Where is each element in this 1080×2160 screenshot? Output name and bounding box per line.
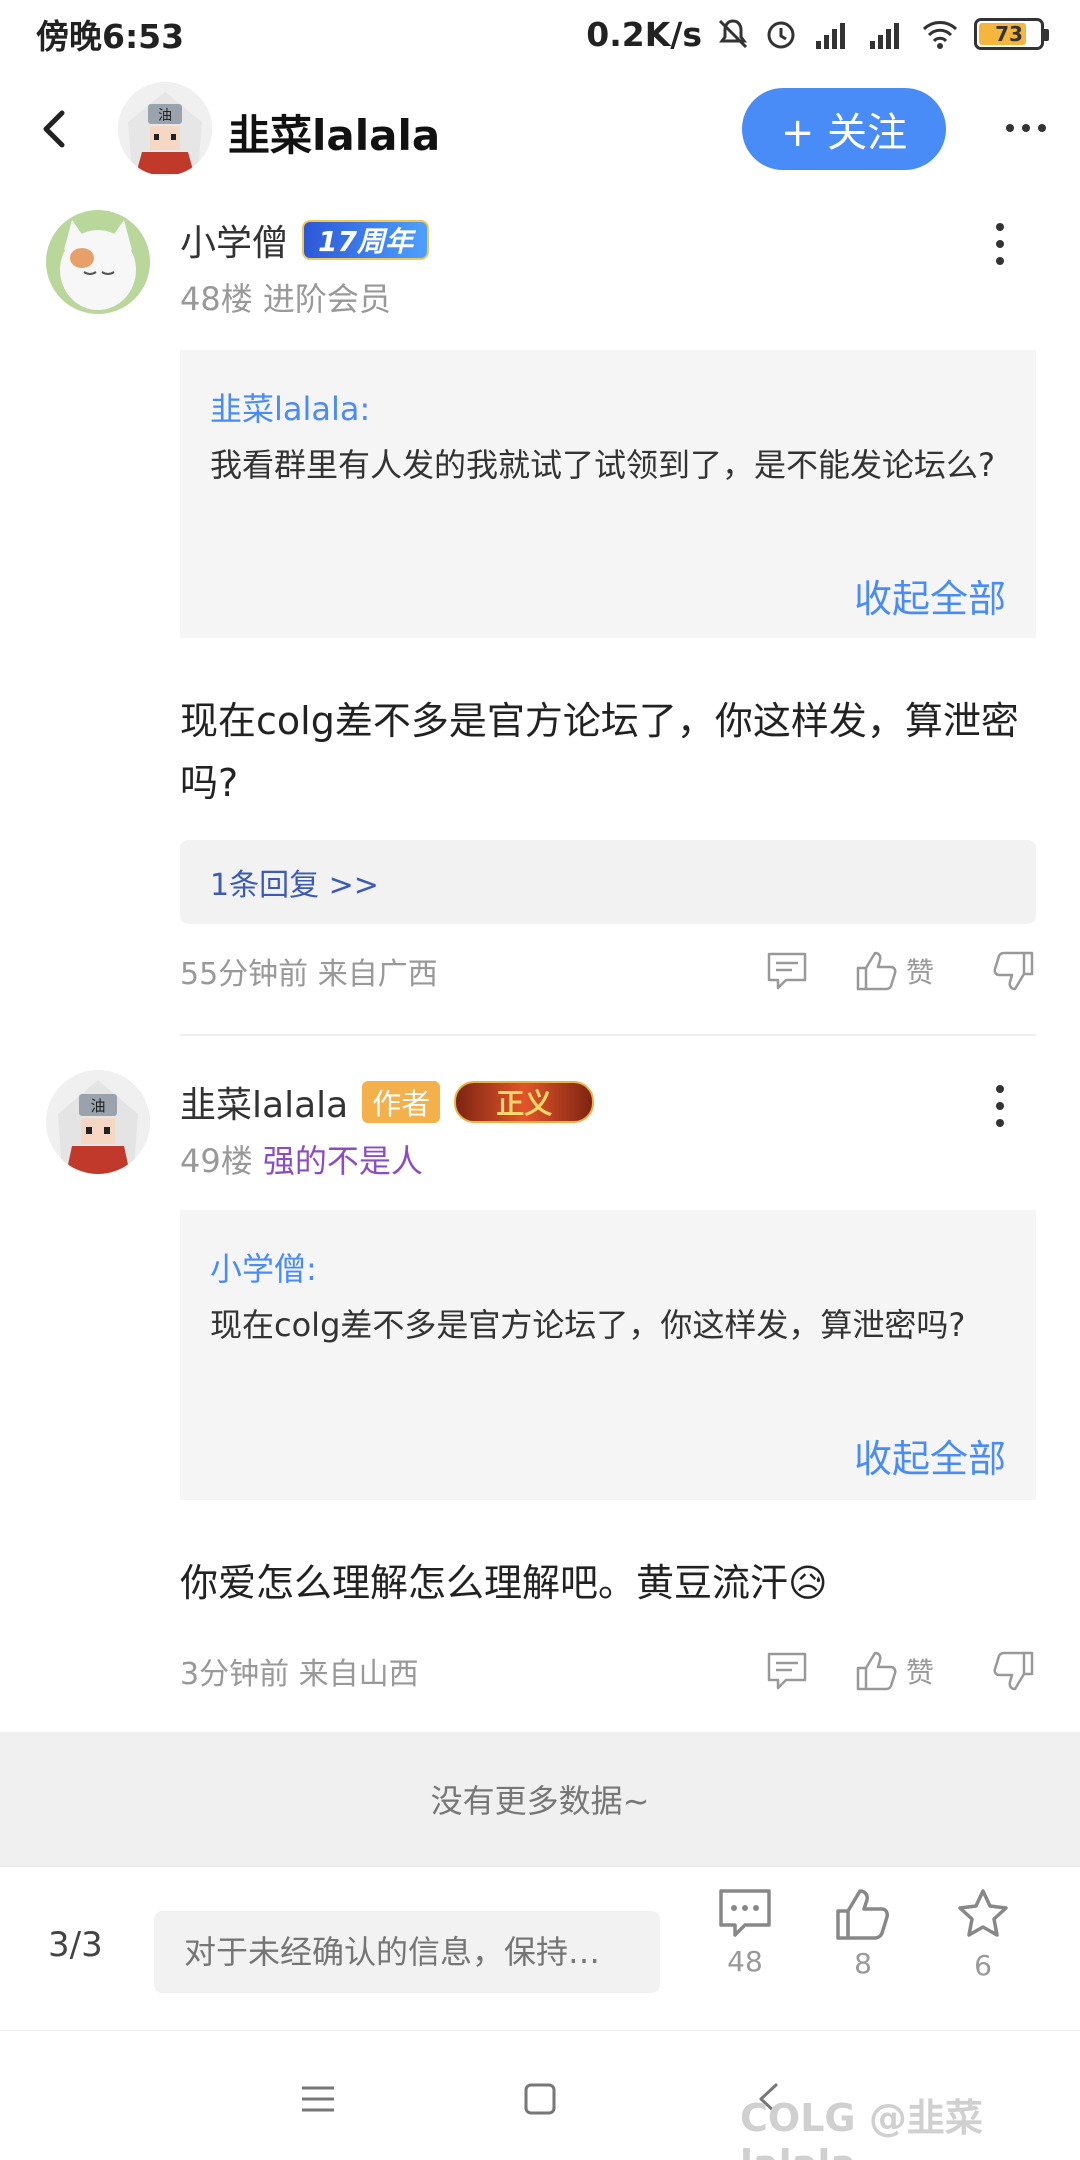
quote-text: 现在colg差不多是官方论坛了，你这样发，算泄密吗? [210,1306,966,1344]
level-badge: 正义 [454,1081,595,1123]
more-options-icon[interactable] [996,108,1056,148]
more-options-icon[interactable] [985,214,1015,274]
post-author: 韭菜lalala 作者 正义 [180,1076,595,1128]
post-content: 现在colg差不多是官方论坛了，你这样发，算泄密吗? [180,699,1019,805]
svg-text:油: 油 [90,1097,105,1115]
post-author: 小学僧 17周年 [180,214,429,266]
thread-header: 油 韭菜lalala + 关注 [0,68,1080,192]
battery-icon: 73 [974,18,1049,50]
thumbs-up-icon [856,951,897,991]
post-footer: 55分钟前 来自广西 赞 [180,946,1036,996]
post-time: 3分钟前 来自山西 [180,1657,419,1692]
battery-level: 73 [995,22,1023,46]
post-floor-48: 小学僧 17周年 48楼 进阶会员 韭菜lalala: 我看群里有人发的我就试了… [0,192,1080,1032]
square-home-icon [524,2083,556,2115]
like-button[interactable]: 8 [818,1887,908,2017]
post-actions: 赞 [766,1650,1036,1692]
svg-text:油: 油 [158,108,172,124]
author-name[interactable]: 小学僧 [180,214,288,266]
collapse-all-button[interactable]: 收起全部 [854,568,1006,623]
system-nav-bar: COLG @韭菜lalala [0,2030,1080,2160]
thumbs-down-icon [993,951,1034,991]
comments-button[interactable]: 48 [700,1887,790,2017]
user-title: 强的不是人 [262,1142,423,1180]
comment-icon [767,952,807,990]
comment-count: 48 [727,1945,763,1978]
follow-button[interactable]: + 关注 [742,88,946,170]
quote-user[interactable]: 韭菜lalala: [210,384,1006,430]
menu-icon [302,2086,334,2112]
star-icon [958,1889,1008,1937]
avatar[interactable]: 油 [46,1070,150,1174]
hd-signal-icon [812,17,852,51]
post-content: 你爱怎么理解怎么理解吧。黄豆流汗😥 [180,1561,828,1605]
favorite-button[interactable]: 6 [938,1887,1028,2017]
thumbs-up-icon [836,1889,889,1940]
chevron-left-icon [43,110,65,148]
divider [180,1034,1036,1036]
status-bar: 傍晚6:53 0.2K/s 73 [0,0,1080,68]
author-name[interactable]: 韭菜lalala [180,1076,348,1128]
avatar[interactable]: 油 [118,82,212,176]
like-button[interactable]: 赞 [854,1650,934,1692]
thumbs-down-icon [993,1651,1034,1691]
home-nav-button[interactable] [510,2069,570,2129]
status-icons: 0.2K/s 73 [586,14,1049,54]
menu-nav-button[interactable] [288,2069,348,2129]
header-username: 韭菜lalala [228,111,441,160]
bottom-action-bar: 3/3 48 8 6 [0,1866,1080,2030]
reply-input[interactable] [154,1911,660,1993]
more-options-icon[interactable] [985,1076,1015,1136]
hd-signal-icon [866,17,906,51]
post-time: 55分钟前 来自广西 [180,957,438,992]
floor-number: 49楼 [180,1142,253,1180]
floor-meta: 48楼 进阶会员 [180,280,391,318]
thumbs-up-icon [856,1651,897,1691]
quoted-reply: 小学僧: 现在colg差不多是官方论坛了，你这样发，算泄密吗? 收起全部 [180,1210,1036,1500]
dislike-button[interactable] [992,1650,1036,1692]
alarm-icon [764,17,798,51]
post-floor-49: 油 韭菜lalala 作者 正义 49楼 强的不是人 小学僧: 现在colg差不… [0,1052,1080,1732]
anniversary-badge: 17周年 [302,220,429,260]
comment-icon [719,1889,771,1937]
watermark: COLG @韭菜lalala [740,2096,983,2160]
like-count: 8 [854,1947,872,1980]
post-footer: 3分钟前 来自山西 赞 [180,1646,1036,1696]
like-label: 赞 [905,1656,934,1689]
back-button[interactable] [28,104,78,154]
wifi-icon [920,17,960,51]
mute-icon [716,17,750,51]
dislike-button[interactable] [992,950,1036,992]
collapse-all-button[interactable]: 收起全部 [854,1428,1006,1483]
no-more-data-notice: 没有更多数据~ [0,1732,1080,1866]
page-indicator[interactable]: 3/3 [48,1925,103,1965]
comment-button[interactable] [766,951,808,991]
favorite-count: 6 [974,1949,992,1982]
floor-meta: 49楼 强的不是人 [180,1136,423,1182]
quoted-reply: 韭菜lalala: 我看群里有人发的我就试了试领到了，是不能发论坛么? 收起全部 [180,350,1036,638]
post-actions: 赞 [766,950,1036,992]
view-replies-button[interactable]: 1条回复 >> [180,840,1036,924]
quote-text: 我看群里有人发的我就试了试领到了，是不能发论坛么? [210,446,995,484]
network-speed: 0.2K/s [586,14,702,54]
like-label: 赞 [905,956,934,989]
comment-button[interactable] [766,1651,808,1691]
avatar[interactable] [46,210,150,314]
author-badge: 作者 [362,1081,441,1123]
status-time: 傍晚6:53 [36,17,185,56]
like-button[interactable]: 赞 [854,950,934,992]
quote-user[interactable]: 小学僧: [210,1244,1006,1290]
comment-icon [767,1652,807,1690]
